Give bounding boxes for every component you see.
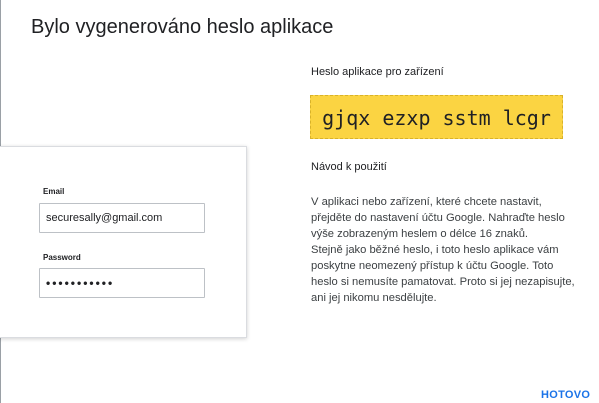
password-mask: ••••••••••• (46, 276, 115, 290)
sign-in-example-card (0, 146, 247, 338)
done-button[interactable]: HOTOVO (541, 389, 590, 401)
instructions-paragraph-1: V aplikaci nebo zařízení, které chcete n… (311, 196, 565, 240)
password-label: Password (43, 253, 81, 262)
dialog-title: Bylo vygenerováno heslo aplikace (31, 16, 334, 38)
instructions-text: V aplikaci nebo zařízení, které chcete n… (311, 194, 581, 306)
password-field[interactable]: ••••••••••• (39, 268, 205, 298)
instructions-paragraph-2: Stejně jako běžné heslo, i toto heslo ap… (311, 244, 575, 304)
app-password-value: gjqx ezxp sstm lcgr (310, 95, 563, 139)
email-label: Email (43, 187, 65, 196)
email-field[interactable]: securesally@gmail.com (39, 203, 205, 233)
instructions-title: Návod k použití (311, 161, 387, 173)
app-password-title: Heslo aplikace pro zařízení (311, 66, 444, 78)
